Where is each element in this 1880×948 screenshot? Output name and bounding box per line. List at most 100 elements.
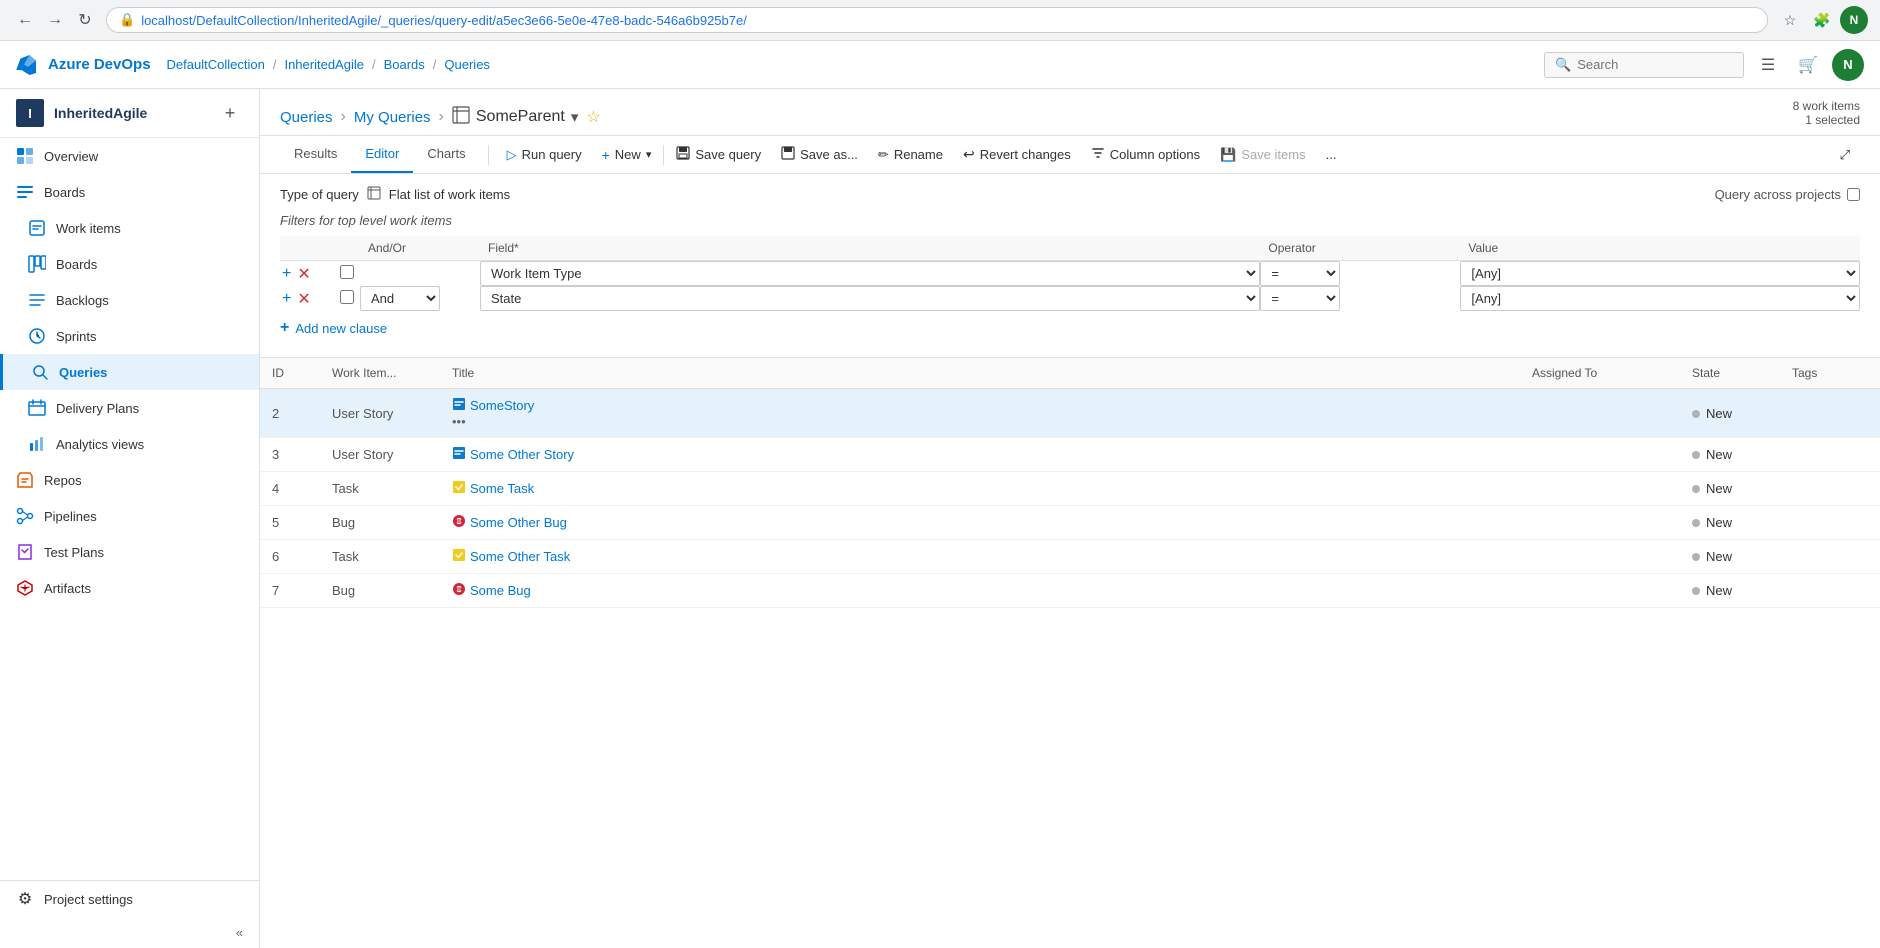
cell-state: New xyxy=(1680,389,1780,438)
user-avatar[interactable]: N xyxy=(1832,49,1864,81)
cell-title[interactable]: Some Other Task xyxy=(440,540,1520,574)
filter-operator-1[interactable]: = xyxy=(1260,261,1340,286)
sidebar-item-project-settings[interactable]: ⚙ Project settings xyxy=(0,881,259,917)
more-actions-button[interactable]: ... xyxy=(1316,142,1347,167)
work-item-link[interactable]: Some Other Bug xyxy=(452,514,1508,531)
cell-id: 2 xyxy=(260,389,320,438)
save-query-button[interactable]: Save query xyxy=(666,141,771,168)
search-box[interactable]: 🔍 xyxy=(1544,52,1744,78)
work-item-link[interactable]: Some Other Task xyxy=(452,548,1508,565)
sidebar-item-test-plans[interactable]: Test Plans xyxy=(0,534,259,570)
table-row[interactable]: 6 Task Some Other Task New xyxy=(260,540,1880,574)
table-row[interactable]: 4 Task Some Task New xyxy=(260,472,1880,506)
sidebar-item-artifacts[interactable]: Artifacts xyxy=(0,570,259,606)
cell-tags xyxy=(1780,540,1880,574)
work-item-link[interactable]: Some Bug xyxy=(452,582,1508,599)
filter-add-btn-2[interactable]: + xyxy=(280,290,293,308)
filter-value-1[interactable]: [Any] xyxy=(1460,261,1860,286)
col-header-field: Field* xyxy=(480,236,1260,261)
save-items-button[interactable]: 💾 Save items xyxy=(1210,142,1316,168)
filter-row-2-checkbox[interactable] xyxy=(340,290,354,304)
filter-add-btn-1[interactable]: + xyxy=(280,265,293,283)
filter-remove-btn-2[interactable]: ✕ xyxy=(295,289,312,309)
bookmark-button[interactable]: ☆ xyxy=(1776,6,1804,34)
tab-editor[interactable]: Editor xyxy=(351,136,413,173)
query-across-checkbox[interactable] xyxy=(1847,188,1860,201)
extensions-button[interactable]: 🧩 xyxy=(1808,6,1836,34)
sidebar-item-analytics-views[interactable]: Analytics views xyxy=(0,426,259,462)
page-title-area: SomeParent ▾ xyxy=(452,106,578,129)
collapse-sidebar-button[interactable]: « xyxy=(0,917,259,948)
breadcrumb-inherited-agile[interactable]: InheritedAgile xyxy=(284,57,364,72)
work-item-link[interactable]: Some Other Story xyxy=(452,446,1508,463)
settings-icon-button[interactable]: ☰ xyxy=(1752,49,1784,81)
sidebar-item-label-work-items: Work items xyxy=(56,221,121,236)
forward-button[interactable]: → xyxy=(42,7,68,33)
table-row[interactable]: 3 User Story Some Other Story New xyxy=(260,438,1880,472)
breadcrumb-default-collection[interactable]: DefaultCollection xyxy=(167,57,265,72)
filter-value-2[interactable]: [Any] xyxy=(1460,286,1860,311)
breadcrumb-queries-link[interactable]: Queries xyxy=(280,109,333,126)
run-query-button[interactable]: ▷ Run query xyxy=(497,142,592,168)
back-button[interactable]: ← xyxy=(12,7,38,33)
sidebar-item-backlogs[interactable]: Backlogs xyxy=(0,282,259,318)
filter-table: And/Or Field* Operator Value + ✕ xyxy=(280,236,1860,311)
azure-devops-logo[interactable]: Azure DevOps xyxy=(16,53,151,77)
rename-button[interactable]: ✏ Rename xyxy=(868,142,953,168)
sidebar-footer: ⚙ Project settings « xyxy=(0,880,259,948)
address-bar[interactable]: 🔒 localhost/DefaultCollection/InheritedA… xyxy=(106,7,1768,33)
breadcrumb-my-queries-link[interactable]: My Queries xyxy=(354,109,431,126)
cell-title[interactable]: SomeStory ••• xyxy=(440,389,1520,438)
cell-title[interactable]: Some Other Story xyxy=(440,438,1520,472)
refresh-button[interactable]: ↻ xyxy=(72,7,98,33)
boards-header-icon xyxy=(16,183,34,201)
work-item-link[interactable]: Some Task xyxy=(452,480,1508,497)
table-row[interactable]: 2 User Story SomeStory ••• New xyxy=(260,389,1880,438)
add-clause-button[interactable]: + Add new clause xyxy=(280,311,1860,345)
filter-operator-2[interactable]: = xyxy=(1260,286,1340,311)
cell-title[interactable]: Some Other Bug xyxy=(440,506,1520,540)
save-as-button[interactable]: Save as... xyxy=(771,141,868,168)
tab-charts[interactable]: Charts xyxy=(413,136,479,173)
filter-remove-btn-1[interactable]: ✕ xyxy=(295,264,312,284)
profile-button[interactable]: N xyxy=(1840,6,1868,34)
sidebar-item-work-items[interactable]: Work items xyxy=(0,210,259,246)
column-options-button[interactable]: Column options xyxy=(1081,141,1210,168)
sidebar-item-pipelines[interactable]: Pipelines xyxy=(0,498,259,534)
col-header-operator: Operator xyxy=(1260,236,1460,261)
cell-title[interactable]: Some Task xyxy=(440,472,1520,506)
basket-icon-button[interactable]: 🛒 xyxy=(1792,49,1824,81)
work-item-type-icon xyxy=(452,446,466,463)
sidebar-item-queries[interactable]: Queries xyxy=(0,354,259,390)
search-input[interactable] xyxy=(1577,57,1733,72)
sidebar-item-repos[interactable]: Repos xyxy=(0,462,259,498)
revert-changes-button[interactable]: ↩ Revert changes xyxy=(953,141,1081,168)
cell-state: New xyxy=(1680,574,1780,608)
tab-results[interactable]: Results xyxy=(280,136,351,173)
table-row[interactable]: 5 Bug Some Other Bug New xyxy=(260,506,1880,540)
sidebar-item-boards-header[interactable]: Boards xyxy=(0,174,259,210)
search-icon: 🔍 xyxy=(1555,57,1571,73)
work-item-link[interactable]: SomeStory xyxy=(452,397,1508,414)
title-dropdown-button[interactable]: ▾ xyxy=(571,108,579,126)
results-area[interactable]: ID Work Item... Title Assigned To State … xyxy=(260,358,1880,948)
cell-title[interactable]: Some Bug xyxy=(440,574,1520,608)
add-project-button[interactable]: + xyxy=(217,100,243,126)
filter-field-1[interactable]: Work Item Type xyxy=(480,261,1260,286)
sidebar-item-label-analytics: Analytics views xyxy=(56,437,144,452)
expand-button[interactable]: ⤢ xyxy=(1830,142,1860,168)
sidebar-item-sprints[interactable]: Sprints xyxy=(0,318,259,354)
row-actions-button[interactable]: ••• xyxy=(452,414,466,429)
filter-and-or-2[interactable]: And Or xyxy=(360,286,440,311)
filter-field-2[interactable]: State xyxy=(480,286,1260,311)
table-row[interactable]: 7 Bug Some Bug New xyxy=(260,574,1880,608)
sidebar-item-overview[interactable]: Overview xyxy=(0,138,259,174)
new-button[interactable]: + New ▾ xyxy=(592,142,662,168)
sidebar-item-boards-sub[interactable]: Boards xyxy=(0,246,259,282)
favorite-star[interactable]: ☆ xyxy=(586,107,600,127)
cell-id: 6 xyxy=(260,540,320,574)
breadcrumb-boards[interactable]: Boards xyxy=(384,57,425,72)
sidebar-item-delivery-plans[interactable]: Delivery Plans xyxy=(0,390,259,426)
breadcrumb-queries[interactable]: Queries xyxy=(444,57,490,72)
filter-row-1-checkbox[interactable] xyxy=(340,265,354,279)
